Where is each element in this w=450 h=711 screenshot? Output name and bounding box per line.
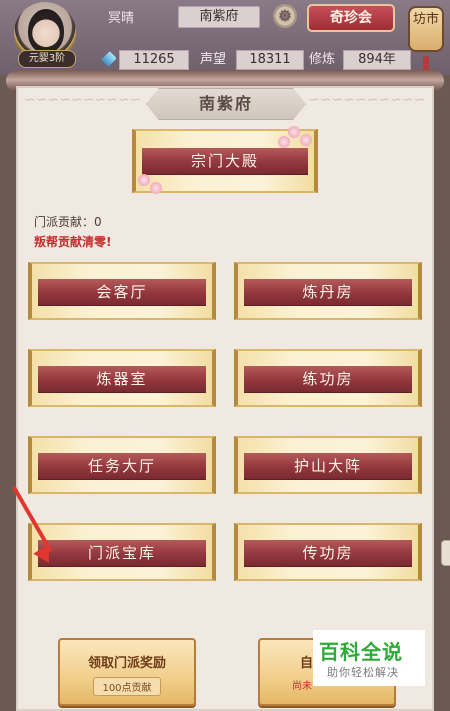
claim-reward-cost-wrap: 100点贡献 <box>60 677 194 696</box>
building-label: 炼器室 <box>38 366 206 392</box>
building-mountain-guard-array[interactable]: 护山大阵 <box>230 431 426 499</box>
claim-sect-reward-button[interactable]: 领取门派奖励 100点贡献 <box>58 638 196 706</box>
building-label: 任务大厅 <box>38 453 206 479</box>
rank-badge: 元婴3阶 <box>18 50 76 68</box>
reputation-value: 18311 <box>236 50 304 70</box>
building-label: 会客厅 <box>38 279 206 305</box>
watermark-title: 百科全说 <box>319 640 403 664</box>
panel-title: 南紫府 <box>146 88 306 120</box>
player-name: 冥晴 <box>108 11 135 26</box>
watermark-subtitle: 助你轻松解决 <box>327 666 399 679</box>
jade-value: 11265 <box>119 50 189 70</box>
main-hall-label: 宗门大殿 <box>142 148 308 174</box>
contribution-label: 门派贡献：0 <box>34 215 102 229</box>
blossom-decoration <box>300 134 312 146</box>
reputation-label: 声望 <box>200 52 227 67</box>
blossom-decoration <box>278 136 290 148</box>
gear-icon[interactable]: ⚙ <box>273 4 297 28</box>
building-forge-room[interactable]: 炼器室 <box>24 344 220 412</box>
building-label: 门派宝库 <box>38 540 206 566</box>
building-skill-transmission-room[interactable]: 传功房 <box>230 518 426 586</box>
building-alchemy-room[interactable]: 炼丹房 <box>230 257 426 325</box>
cloud-decoration-right: ∽∽∽∽∽∽∽∽∽∽ <box>308 92 426 108</box>
qizhenhui-button[interactable]: 奇珍会 <box>307 4 395 32</box>
claim-reward-cost: 100点贡献 <box>93 677 161 696</box>
watermark: 百科全说 助你轻松解决 <box>313 630 425 686</box>
building-label: 练功房 <box>244 366 412 392</box>
avatar-portrait <box>28 9 64 53</box>
building-training-room[interactable]: 练功房 <box>230 344 426 412</box>
cloud-decoration-left: ∽∽∽∽∽∽∽∽∽∽ <box>24 92 142 108</box>
market-lantern-label: 坊市 <box>408 6 444 52</box>
building-label: 传功房 <box>244 540 412 566</box>
cultivation-value: 894年 <box>343 50 411 70</box>
side-tab-handle[interactable] <box>441 540 450 566</box>
sect-name-box: 南紫府 <box>178 6 260 28</box>
cultivation-label: 修炼 <box>309 52 336 67</box>
main-hall-button[interactable]: 宗门大殿 <box>128 124 322 198</box>
claim-reward-label: 领取门派奖励 <box>87 656 166 671</box>
blossom-decoration <box>288 126 300 138</box>
blossom-decoration <box>138 174 150 186</box>
blossom-decoration <box>150 182 162 194</box>
building-mission-hall[interactable]: 任务大厅 <box>24 431 220 499</box>
defection-warning: 叛帮贡献清零! <box>34 235 112 249</box>
building-reception-hall[interactable]: 会客厅 <box>24 257 220 325</box>
building-label: 炼丹房 <box>244 279 412 305</box>
building-label: 护山大阵 <box>244 453 412 479</box>
